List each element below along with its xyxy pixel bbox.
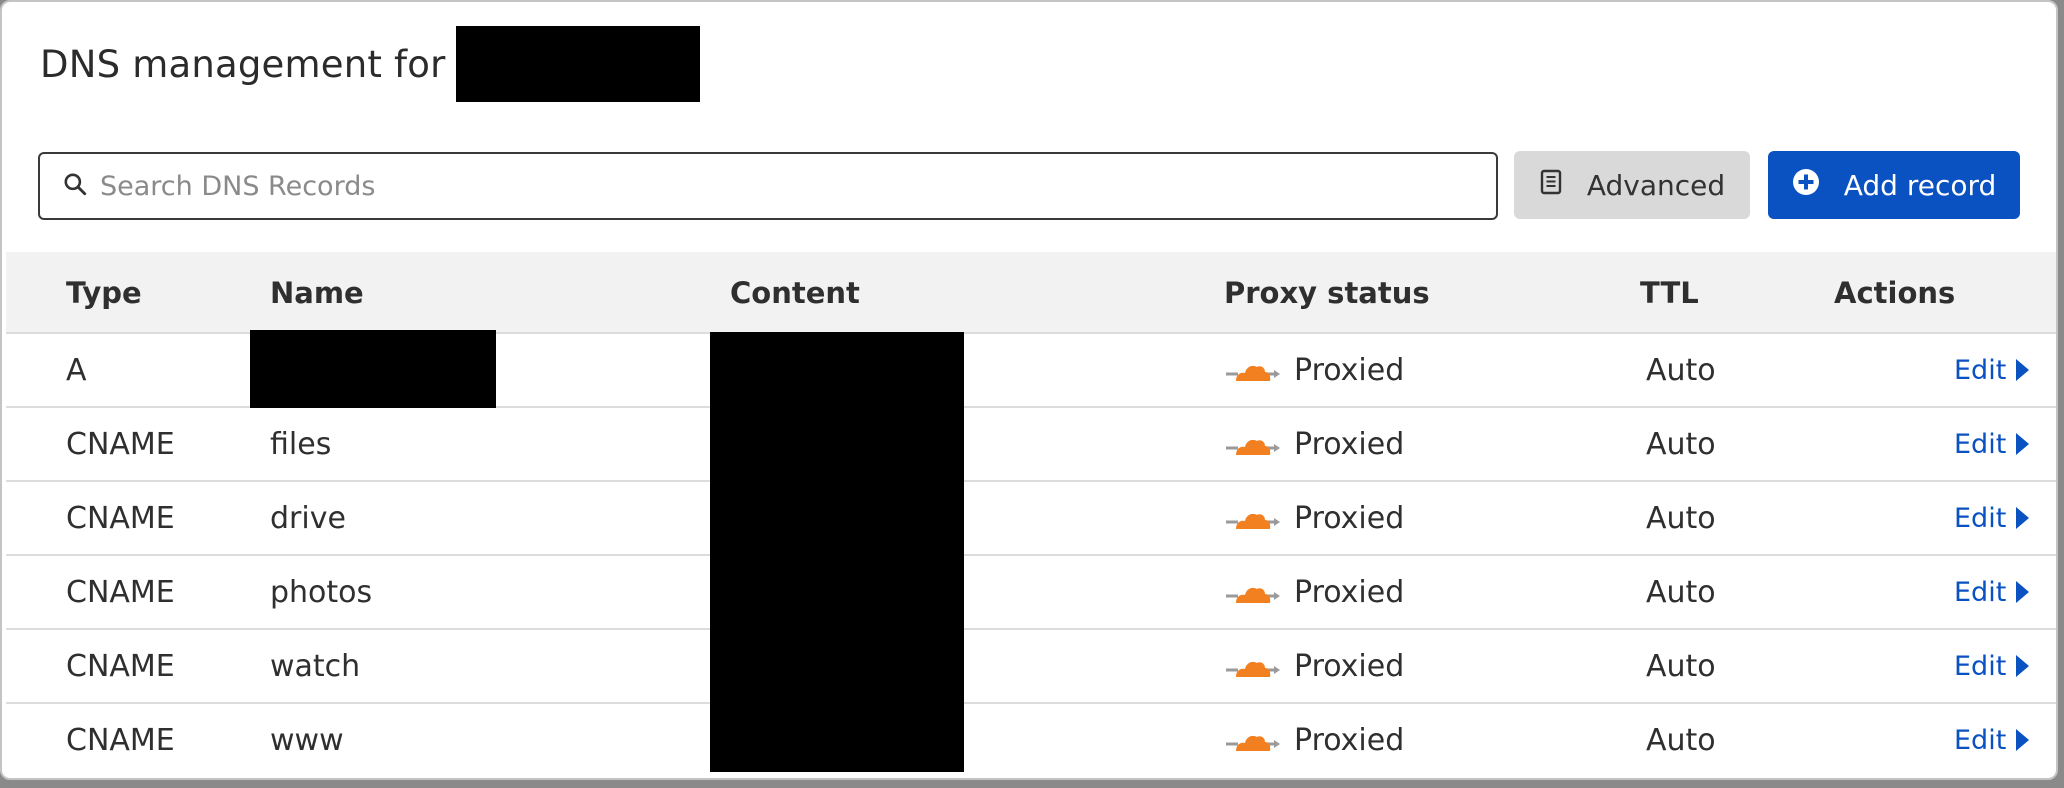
record-ttl: Auto — [1646, 500, 1716, 536]
edit-link-label: Edit — [1954, 502, 2007, 534]
table-row[interactable]: CNAME photos Proxied Auto Edit — [6, 556, 2056, 630]
caret-right-icon — [2016, 729, 2030, 751]
add-record-button-label: Add record — [1843, 168, 1997, 202]
orange-cloud-icon — [1224, 577, 1280, 607]
edit-link[interactable]: Edit — [1954, 650, 2030, 682]
edit-link[interactable]: Edit — [1954, 354, 2030, 386]
proxy-status-label: Proxied — [1294, 574, 1405, 610]
record-ttl: Auto — [1646, 352, 1716, 388]
record-type: CNAME — [66, 574, 175, 610]
record-name: drive — [270, 500, 346, 536]
column-header-content[interactable]: Content — [730, 252, 860, 334]
column-header-ttl[interactable]: TTL — [1640, 252, 1699, 334]
search-input[interactable] — [98, 169, 1402, 203]
edit-link-label: Edit — [1954, 354, 2007, 386]
proxy-status-label: Proxied — [1294, 352, 1405, 388]
table-row[interactable]: CNAME www Proxied Auto Edit — [6, 704, 2056, 778]
redacted-domain — [455, 26, 700, 102]
proxy-status: Proxied — [1224, 334, 1404, 406]
edit-link-label: Edit — [1954, 576, 2007, 608]
orange-cloud-icon — [1224, 651, 1280, 681]
record-type: CNAME — [66, 500, 175, 536]
edit-action[interactable]: Edit — [1954, 334, 2030, 406]
column-header-actions: Actions — [1834, 276, 1956, 310]
orange-cloud-icon — [1224, 725, 1280, 755]
edit-link[interactable]: Edit — [1954, 724, 2030, 756]
record-ttl: Auto — [1646, 574, 1716, 610]
proxy-status: Proxied — [1224, 408, 1404, 480]
edit-action[interactable]: Edit — [1954, 630, 2030, 702]
record-name: files — [270, 426, 332, 462]
edit-link[interactable]: Edit — [1954, 428, 2030, 460]
proxy-status: Proxied — [1224, 630, 1404, 702]
search-box[interactable] — [38, 152, 1498, 220]
page-title: DNS management for — [40, 26, 700, 102]
edit-link[interactable]: Edit — [1954, 576, 2030, 608]
edit-link-label: Edit — [1954, 428, 2007, 460]
record-ttl: Auto — [1646, 426, 1716, 462]
redacted-content — [710, 332, 964, 772]
caret-right-icon — [2016, 655, 2030, 677]
proxy-status-label: Proxied — [1294, 426, 1405, 462]
table-row[interactable]: CNAME drive Proxied Auto Edit — [6, 482, 2056, 556]
proxy-status: Proxied — [1224, 704, 1404, 776]
orange-cloud-icon — [1224, 355, 1280, 385]
advanced-button[interactable]: Advanced — [1514, 151, 1750, 219]
orange-cloud-icon — [1224, 503, 1280, 533]
edit-action[interactable]: Edit — [1954, 704, 2030, 776]
record-ttl: Auto — [1646, 648, 1716, 684]
record-type: CNAME — [66, 426, 175, 462]
record-type: A — [66, 352, 87, 388]
record-ttl: Auto — [1646, 722, 1716, 758]
plus-circle-icon — [1792, 168, 1844, 203]
caret-right-icon — [2016, 433, 2030, 455]
caret-right-icon — [2016, 507, 2030, 529]
page-title-text: DNS management for — [40, 42, 446, 86]
edit-action[interactable]: Edit — [1954, 482, 2030, 554]
record-name: watch — [270, 648, 361, 684]
table-row[interactable]: CNAME watch Proxied Auto Edit — [6, 630, 2056, 704]
edit-link-label: Edit — [1954, 724, 2007, 756]
edit-link-label: Edit — [1954, 650, 2007, 682]
caret-right-icon — [2016, 359, 2030, 381]
record-type: CNAME — [66, 722, 175, 758]
search-icon — [62, 171, 88, 201]
edit-action[interactable]: Edit — [1954, 556, 2030, 628]
add-record-button[interactable]: Add record — [1768, 151, 2020, 219]
caret-right-icon — [2016, 581, 2030, 603]
column-header-proxy-status[interactable]: Proxy status — [1224, 252, 1430, 334]
orange-cloud-icon — [1224, 429, 1280, 459]
table-row[interactable]: CNAME files Proxied Auto Edit — [6, 408, 2056, 482]
proxy-status-label: Proxied — [1294, 648, 1405, 684]
record-name: www — [270, 722, 344, 758]
edit-action[interactable]: Edit — [1954, 408, 2030, 480]
dns-management-card: DNS management for Advanced — [0, 0, 2058, 780]
column-header-type[interactable]: Type — [66, 252, 142, 334]
record-name: photos — [270, 574, 373, 610]
column-header-name[interactable]: Name — [270, 252, 364, 334]
proxy-status: Proxied — [1224, 482, 1404, 554]
proxy-status-label: Proxied — [1294, 500, 1405, 536]
proxy-status: Proxied — [1224, 556, 1404, 628]
proxy-status-label: Proxied — [1294, 722, 1405, 758]
redacted-name — [250, 330, 496, 408]
record-type: CNAME — [66, 648, 175, 684]
document-icon — [1539, 169, 1587, 202]
edit-link[interactable]: Edit — [1954, 502, 2030, 534]
advanced-button-label: Advanced — [1586, 168, 1726, 202]
table-header: Type Name Content Proxy status TTL Actio… — [6, 252, 2056, 334]
